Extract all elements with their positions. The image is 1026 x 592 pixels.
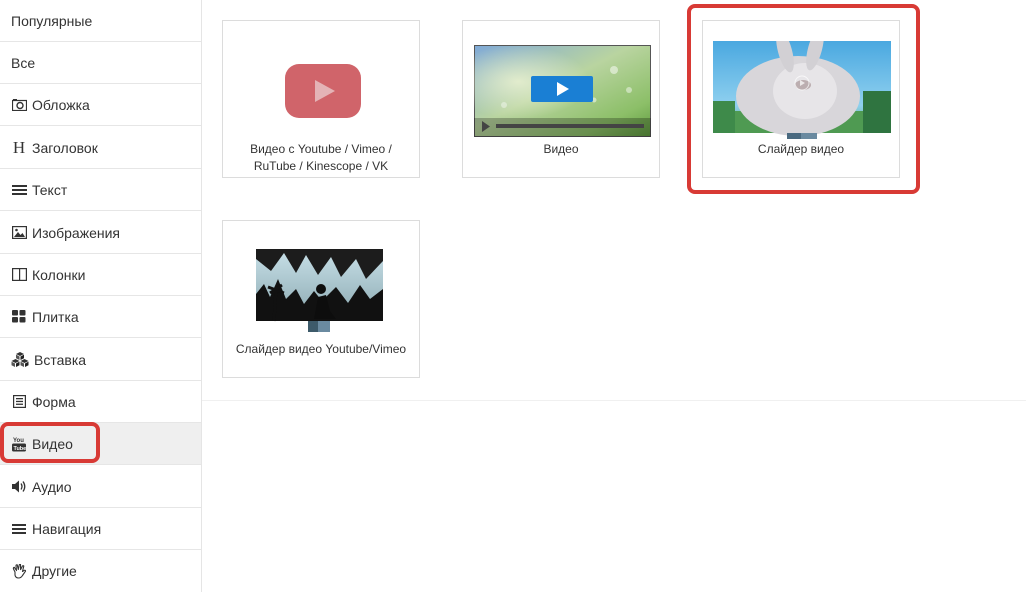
sidebar-item-label: Плитка <box>32 308 79 325</box>
sidebar-item-columns[interactable]: Колонки <box>0 254 201 296</box>
sidebar-item-images[interactable]: Изображения <box>0 212 201 254</box>
card-video[interactable]: Видео <box>462 20 660 178</box>
sidebar-item-label: Вставка <box>34 351 87 368</box>
sidebar-item-heading[interactable]: H Заголовок <box>0 127 201 169</box>
image-icon <box>11 225 27 241</box>
video-slider-youtube-thumbnail <box>256 249 383 337</box>
hand-icon <box>11 563 27 579</box>
youtube-icon: You Tube <box>11 436 27 452</box>
sidebar-item-all[interactable]: Все <box>0 42 201 84</box>
sidebar-item-label: Видео <box>32 435 73 452</box>
sidebar-item-label: Колонки <box>32 266 86 283</box>
sidebar-item-tiles[interactable]: Плитка <box>0 296 201 338</box>
card-label: Слайдер видео Youtube/Vimeo <box>235 342 407 356</box>
sidebar-item-embed[interactable]: Вставка <box>0 339 201 381</box>
card-video-slider[interactable]: Слайдер видео <box>702 20 900 178</box>
sidebar-item-label: Текст <box>32 181 68 198</box>
lines-icon <box>11 182 27 198</box>
sidebar-item-form[interactable]: Форма <box>0 381 201 423</box>
card-label: Видео с Youtube / Vimeo / RuTube / Kines… <box>250 142 392 173</box>
sidebar-item-label: Форма <box>32 393 76 410</box>
video-player-thumbnail <box>473 44 652 142</box>
columns-icon <box>11 267 27 283</box>
sidebar-item-label: Обложка <box>32 96 90 113</box>
menu-icon <box>11 521 27 537</box>
card-video-embed[interactable]: Видео с Youtube / Vimeo / RuTube / Kines… <box>222 20 420 178</box>
sidebar-item-other[interactable]: Другие <box>0 550 201 592</box>
sidebar-item-cover[interactable]: Обложка <box>0 84 201 126</box>
cubes-icon <box>11 352 29 368</box>
sidebar-item-label: Все <box>11 54 36 71</box>
form-icon <box>11 394 27 410</box>
heading-icon: H <box>12 137 26 157</box>
sidebar-item-video[interactable]: You Tube Видео <box>0 423 201 465</box>
svg-text:You: You <box>13 438 24 444</box>
card-label: Слайдер видео <box>757 142 845 156</box>
sidebar-item-label: Заголовок <box>32 139 98 156</box>
sidebar-item-popular[interactable]: Популярные <box>0 0 201 42</box>
sidebar-item-label: Популярные <box>11 12 93 29</box>
sidebar: Популярные Все Обложка H Заголовок Текст… <box>0 0 202 592</box>
sidebar-item-label: Навигация <box>32 520 102 537</box>
youtube-logo-icon <box>285 64 361 123</box>
tiles-icon <box>11 309 27 325</box>
sidebar-item-navigation[interactable]: Навигация <box>0 508 201 550</box>
sidebar-item-text[interactable]: Текст <box>0 169 201 211</box>
sidebar-item-label: Изображения <box>32 224 120 241</box>
volume-icon <box>11 479 27 495</box>
sidebar-item-audio[interactable]: Аудио <box>0 466 201 508</box>
sidebar-item-label: Аудио <box>32 478 72 495</box>
blocks-grid: Видео с Youtube / Vimeo / RuTube / Kines… <box>202 0 1026 401</box>
sidebar-item-label: Другие <box>32 563 77 579</box>
card-video-slider-youtube[interactable]: Слайдер видео Youtube/Vimeo <box>222 220 420 378</box>
card-label: Видео <box>543 142 579 156</box>
video-slider-thumbnail <box>713 27 891 144</box>
svg-text:Tube: Tube <box>14 445 27 451</box>
camera-icon <box>11 97 27 113</box>
